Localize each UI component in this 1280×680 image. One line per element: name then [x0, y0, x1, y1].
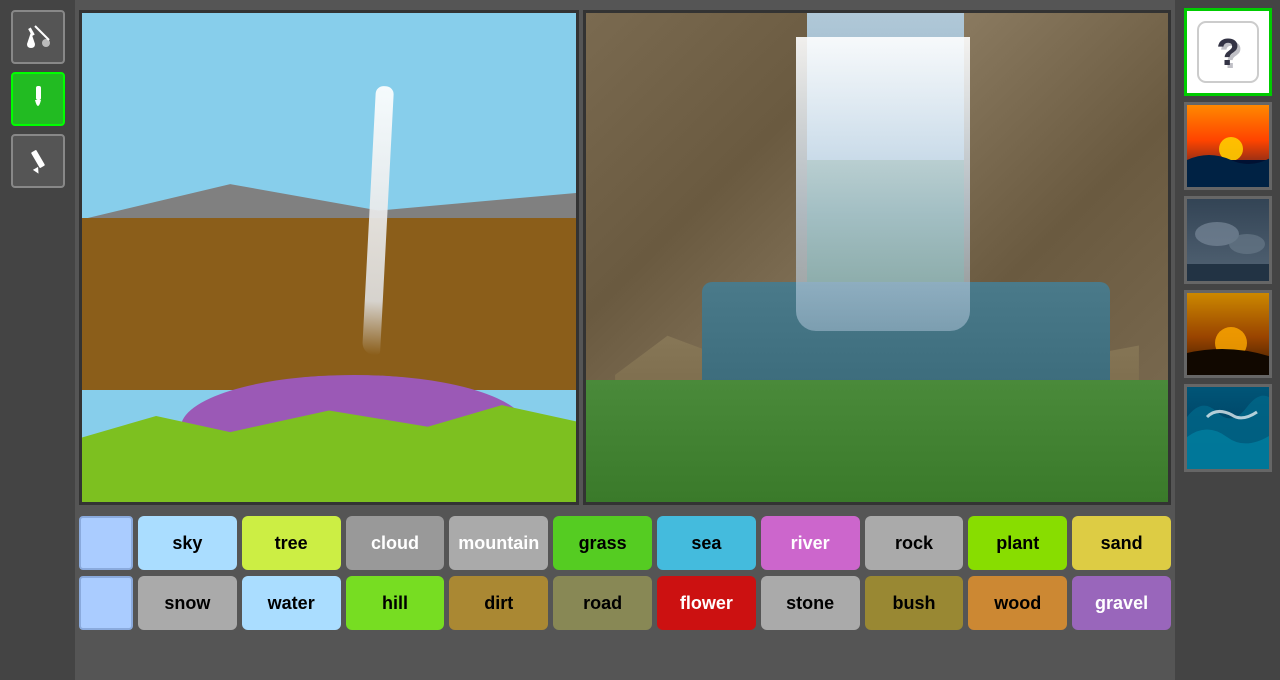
main-content: sky tree cloud mountain grass sea river … — [75, 0, 1175, 680]
label-snow[interactable]: snow — [138, 576, 237, 630]
label-dirt[interactable]: dirt — [449, 576, 548, 630]
label-flower[interactable]: flower — [657, 576, 756, 630]
label-gravel[interactable]: gravel — [1072, 576, 1171, 630]
label-river[interactable]: river — [761, 516, 860, 570]
labels-area: sky tree cloud mountain grass sea river … — [75, 510, 1175, 680]
canvas-grass-layer — [82, 394, 576, 502]
dice-icon: ? ? — [1187, 11, 1269, 93]
label-bush[interactable]: bush — [865, 576, 964, 630]
color-blank-1[interactable] — [79, 516, 133, 570]
canvas-dirt-layer — [82, 218, 576, 389]
label-tree[interactable]: tree — [242, 516, 341, 570]
thumbnail-sunset[interactable] — [1184, 102, 1272, 190]
ref-greenery — [586, 380, 1168, 502]
label-sand[interactable]: sand — [1072, 516, 1171, 570]
clouds-preview — [1187, 199, 1269, 281]
label-grass[interactable]: grass — [553, 516, 652, 570]
label-cloud[interactable]: cloud — [346, 516, 445, 570]
label-plant[interactable]: plant — [968, 516, 1067, 570]
thumbnail-wave[interactable] — [1184, 384, 1272, 472]
right-thumbnail-panel: ? ? — [1175, 0, 1280, 680]
label-mountain[interactable]: mountain — [449, 516, 548, 570]
ref-waterfall — [796, 37, 971, 330]
canvases-row — [75, 0, 1175, 510]
thumbnail-dice[interactable]: ? ? — [1184, 8, 1272, 96]
label-wood[interactable]: wood — [968, 576, 1067, 630]
pencil-tool-button[interactable] — [11, 134, 65, 188]
left-toolbar — [0, 0, 75, 680]
label-water[interactable]: water — [242, 576, 341, 630]
thumbnail-clouds[interactable] — [1184, 196, 1272, 284]
label-road[interactable]: road — [553, 576, 652, 630]
labels-row2: snow water hill dirt road flower stone b… — [79, 576, 1171, 630]
drawing-canvas[interactable] — [79, 10, 579, 505]
thumbnail-sundown[interactable] — [1184, 290, 1272, 378]
fill-tool-button[interactable] — [11, 10, 65, 64]
svg-text:?: ? — [1219, 35, 1242, 77]
label-stone[interactable]: stone — [761, 576, 860, 630]
label-sky[interactable]: sky — [138, 516, 237, 570]
sunset-preview — [1187, 105, 1269, 187]
labels-row1: sky tree cloud mountain grass sea river … — [79, 516, 1171, 570]
color-blank-2[interactable] — [79, 576, 133, 630]
wave-preview — [1187, 387, 1269, 469]
sundown-preview — [1187, 293, 1269, 375]
brush-tool-button[interactable] — [11, 72, 65, 126]
reference-photo — [583, 10, 1171, 505]
label-rock[interactable]: rock — [865, 516, 964, 570]
label-sea[interactable]: sea — [657, 516, 756, 570]
label-hill[interactable]: hill — [346, 576, 445, 630]
